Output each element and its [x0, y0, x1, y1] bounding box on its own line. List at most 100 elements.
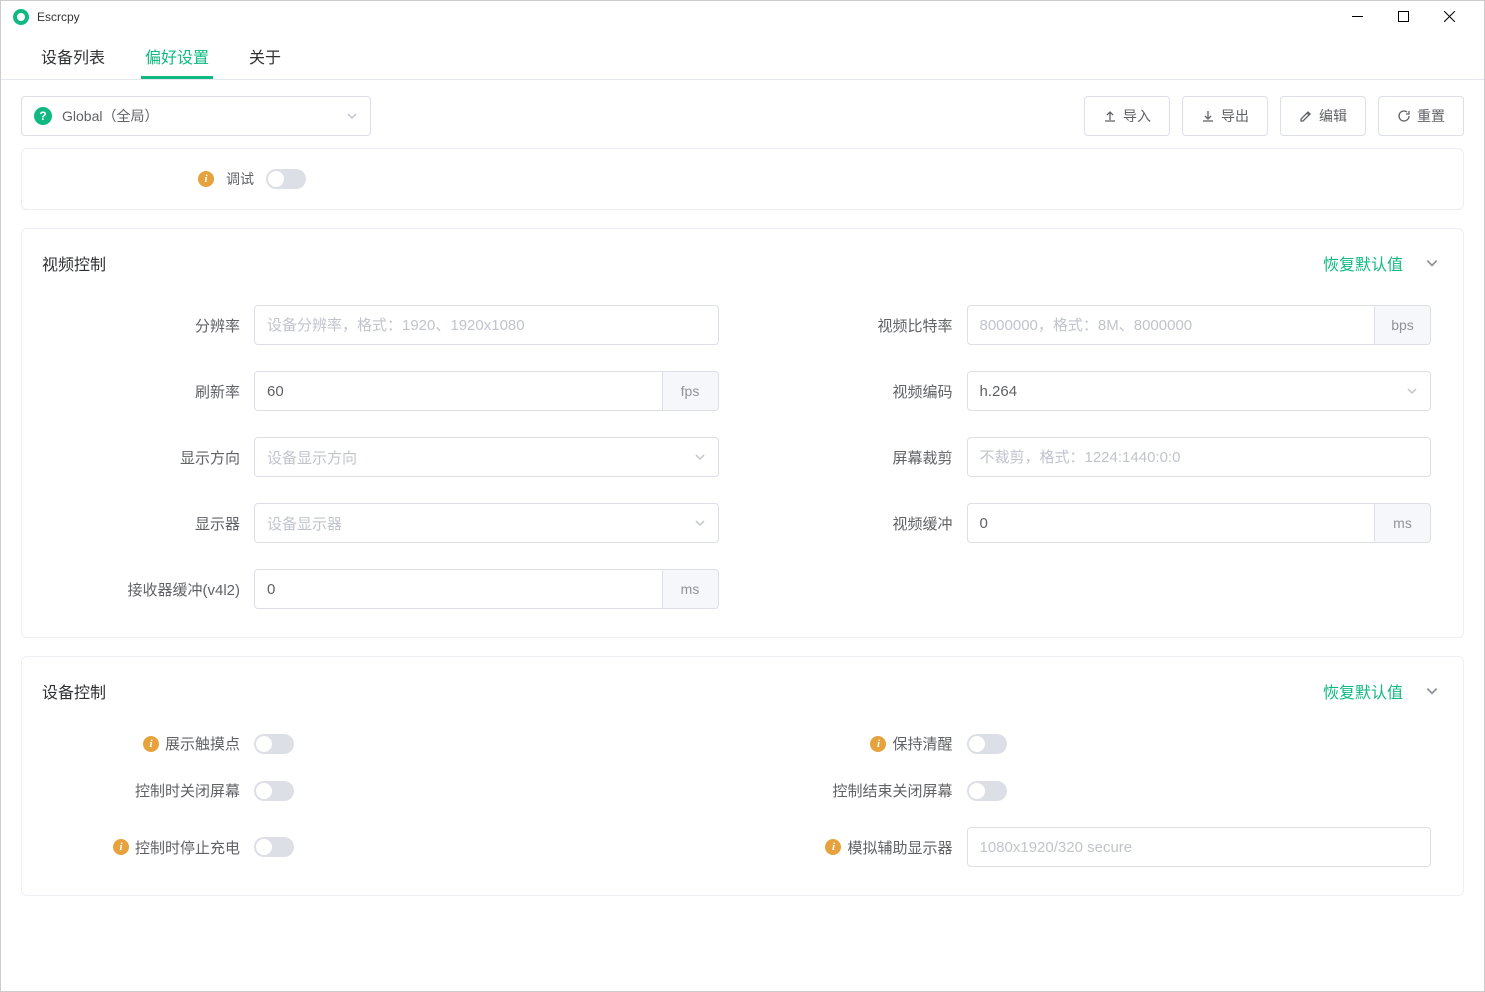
edit-label: 编辑: [1319, 106, 1347, 126]
show-touches-label: i 展示触摸点: [54, 733, 254, 754]
virtual-display-row: i 模拟辅助显示器: [767, 827, 1432, 867]
edit-button[interactable]: 编辑: [1280, 96, 1366, 136]
app-icon: [13, 9, 29, 25]
info-icon: i: [143, 736, 159, 752]
device-restore-default[interactable]: 恢复默认值: [1323, 679, 1403, 703]
device-control-card: 设备控制 恢复默认值 i 展示触摸点 i 保持清醒: [21, 656, 1464, 896]
turn-off-end-row: 控制结束关闭屏幕: [767, 780, 1432, 801]
bitrate-input[interactable]: [967, 305, 1376, 345]
chevron-down-icon: [346, 110, 358, 122]
tab-about[interactable]: 关于: [229, 33, 301, 79]
minimize-button[interactable]: [1334, 2, 1380, 32]
codec-label: 视频编码: [767, 381, 967, 402]
orientation-select[interactable]: 设备显示方向: [254, 437, 719, 477]
video-buffer-unit: ms: [1375, 503, 1431, 543]
turn-off-control-row: 控制时关闭屏幕: [54, 780, 719, 801]
window-controls: [1334, 2, 1472, 32]
chevron-down-icon[interactable]: [1425, 256, 1439, 270]
maximize-icon: [1398, 11, 1409, 22]
resolution-label: 分辨率: [54, 315, 254, 336]
refresh-rate-row: 刷新率 fps: [54, 371, 719, 411]
receiver-buffer-unit: ms: [663, 569, 719, 609]
refresh-rate-unit: fps: [663, 371, 719, 411]
turn-off-control-toggle[interactable]: [254, 781, 294, 801]
virtual-display-label: i 模拟辅助显示器: [767, 837, 967, 858]
close-button[interactable]: [1426, 2, 1472, 32]
refresh-rate-label: 刷新率: [54, 381, 254, 402]
titlebar: Escrcpy: [1, 1, 1484, 33]
stop-charging-toggle[interactable]: [254, 837, 294, 857]
stop-charging-label: i 控制时停止充电: [54, 837, 254, 858]
info-icon: i: [198, 171, 214, 187]
virtual-display-input[interactable]: [967, 827, 1432, 867]
receiver-buffer-row: 接收器缓冲(v4l2) ms: [54, 569, 719, 609]
action-bar: ? Global（全局） 导入 导出 编辑 重置: [1, 80, 1484, 144]
crop-row: 屏幕裁剪: [767, 437, 1432, 477]
help-icon: ?: [34, 107, 52, 125]
turn-off-control-label: 控制时关闭屏幕: [54, 780, 254, 801]
receiver-buffer-label: 接收器缓冲(v4l2): [54, 579, 254, 600]
chevron-down-icon: [1406, 385, 1418, 397]
stay-awake-toggle[interactable]: [967, 734, 1007, 754]
tab-devices[interactable]: 设备列表: [21, 33, 125, 79]
close-icon: [1444, 11, 1455, 22]
resolution-row: 分辨率: [54, 305, 719, 345]
video-control-title: 视频控制: [42, 251, 106, 275]
debug-card: i 调试: [21, 148, 1464, 210]
reset-icon: [1397, 109, 1411, 123]
display-select[interactable]: 设备显示器: [254, 503, 719, 543]
video-buffer-label: 视频缓冲: [767, 513, 967, 534]
content-area: i 调试 视频控制 恢复默认值 分辨率 视频比特率: [1, 144, 1484, 991]
reset-label: 重置: [1417, 106, 1445, 126]
maximize-button[interactable]: [1380, 2, 1426, 32]
orientation-row: 显示方向 设备显示方向: [54, 437, 719, 477]
bitrate-row: 视频比特率 bps: [767, 305, 1432, 345]
download-icon: [1201, 109, 1215, 123]
stay-awake-row: i 保持清醒: [767, 733, 1432, 754]
display-row: 显示器 设备显示器: [54, 503, 719, 543]
device-control-title: 设备控制: [42, 679, 106, 703]
export-label: 导出: [1221, 106, 1249, 126]
info-icon: i: [113, 839, 129, 855]
bitrate-label: 视频比特率: [767, 315, 967, 336]
chevron-down-icon[interactable]: [1425, 684, 1439, 698]
import-button[interactable]: 导入: [1084, 96, 1170, 136]
upload-icon: [1103, 109, 1117, 123]
crop-input[interactable]: [967, 437, 1432, 477]
display-label: 显示器: [54, 513, 254, 534]
stop-charging-row: i 控制时停止充电: [54, 827, 719, 867]
resolution-input[interactable]: [254, 305, 719, 345]
orientation-label: 显示方向: [54, 447, 254, 468]
display-placeholder: 设备显示器: [267, 513, 342, 534]
receiver-buffer-input[interactable]: [254, 569, 663, 609]
reset-button[interactable]: 重置: [1378, 96, 1464, 136]
refresh-rate-input[interactable]: [254, 371, 663, 411]
codec-row: 视频编码 h.264: [767, 371, 1432, 411]
debug-label: 调试: [226, 169, 254, 189]
edit-icon: [1299, 109, 1313, 123]
codec-select[interactable]: h.264: [967, 371, 1432, 411]
window-title: Escrcpy: [37, 10, 80, 24]
turn-off-end-toggle[interactable]: [967, 781, 1007, 801]
show-touches-row: i 展示触摸点: [54, 733, 719, 754]
tab-preferences[interactable]: 偏好设置: [125, 33, 229, 79]
video-buffer-row: 视频缓冲 ms: [767, 503, 1432, 543]
chevron-down-icon: [694, 451, 706, 463]
orientation-placeholder: 设备显示方向: [267, 447, 357, 468]
import-label: 导入: [1123, 106, 1151, 126]
info-icon: i: [870, 736, 886, 752]
debug-toggle[interactable]: [266, 169, 306, 189]
main-tabs: 设备列表 偏好设置 关于: [1, 33, 1484, 80]
crop-label: 屏幕裁剪: [767, 447, 967, 468]
minimize-icon: [1352, 16, 1363, 17]
video-control-card: 视频控制 恢复默认值 分辨率 视频比特率 bps 刷新率: [21, 228, 1464, 638]
export-button[interactable]: 导出: [1182, 96, 1268, 136]
show-touches-toggle[interactable]: [254, 734, 294, 754]
video-buffer-input[interactable]: [967, 503, 1376, 543]
codec-value: h.264: [980, 383, 1018, 400]
video-restore-default[interactable]: 恢复默认值: [1323, 251, 1403, 275]
scope-label: Global（全局）: [62, 106, 158, 126]
bitrate-unit: bps: [1375, 305, 1431, 345]
scope-select[interactable]: ? Global（全局）: [21, 96, 371, 136]
turn-off-end-label: 控制结束关闭屏幕: [767, 780, 967, 801]
